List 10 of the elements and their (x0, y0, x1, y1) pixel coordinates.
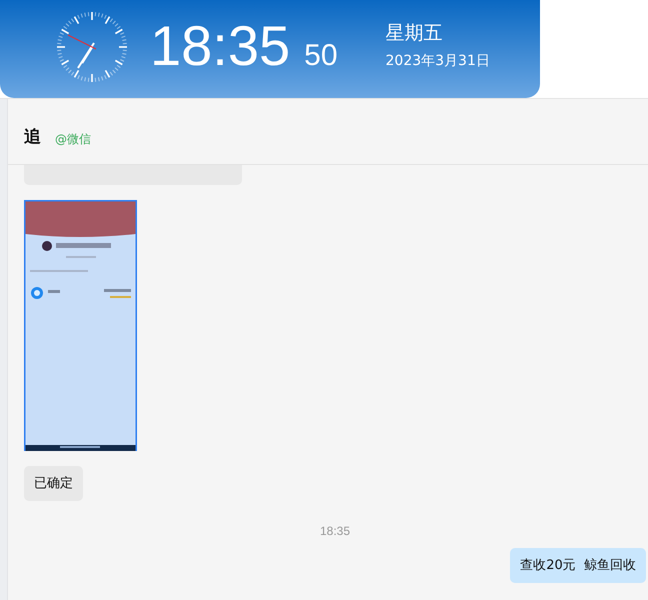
date: 2023年3月31日 (386, 52, 490, 70)
chat-source: @微信 (55, 131, 91, 148)
chat-title: 追 (24, 126, 41, 148)
clock-icon (56, 11, 128, 83)
timestamp: 18:35 (320, 524, 350, 538)
message-bubble: 已确定 (24, 466, 83, 501)
clock-seconds: 50 (304, 41, 338, 71)
weekday: 星期五 (386, 21, 444, 46)
message-bubble: 查收20元 鲸鱼回收 (510, 548, 646, 583)
clock-time: 18:35 (150, 18, 290, 74)
